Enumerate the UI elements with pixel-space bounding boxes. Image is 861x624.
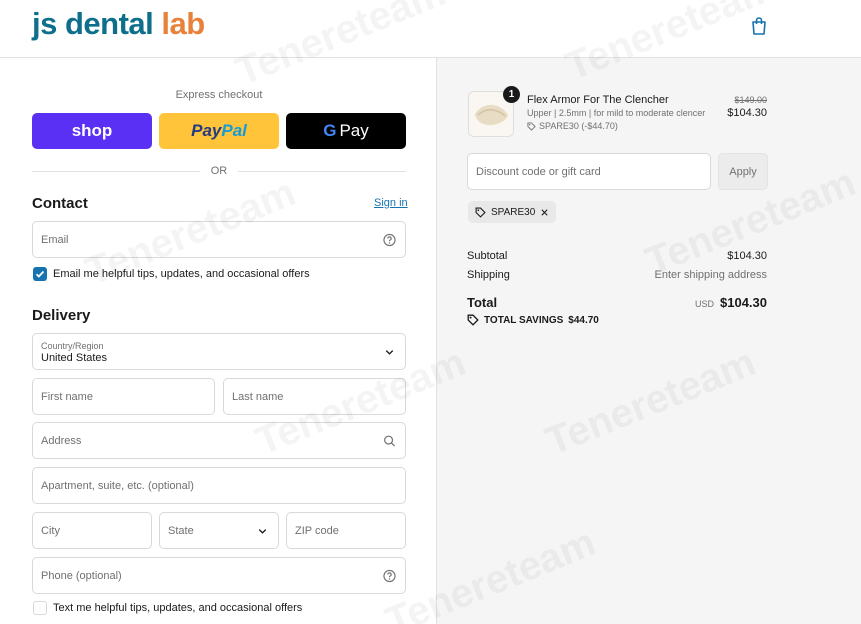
apartment-field[interactable]: Apartment, suite, etc. (optional) (32, 467, 406, 504)
total-amount: USD $104.30 (695, 295, 767, 310)
paypal-button[interactable]: Pay Pal (159, 113, 279, 149)
contact-heading: Contact (32, 195, 88, 212)
state-select[interactable]: State (159, 512, 279, 549)
shipping-value: Enter shipping address (654, 269, 767, 281)
shipping-label: Shipping (467, 269, 510, 281)
discounted-price: $104.30 (727, 107, 767, 119)
total-label: Total (467, 295, 498, 310)
site-header: js dental lab (0, 0, 861, 58)
email-opt-in-checkbox[interactable] (33, 267, 47, 281)
subtotal-value: $104.30 (727, 250, 767, 262)
sms-opt-in-checkbox[interactable] (33, 601, 47, 615)
subtotal-label: Subtotal (467, 250, 508, 262)
google-pay-button[interactable]: G Pay (286, 113, 406, 149)
sms-opt-in-label: Text me helpful tips, updates, and occas… (53, 602, 303, 614)
total-savings: TOTAL SAVINGS $44.70 (467, 314, 599, 326)
site-logo[interactable]: js dental lab (32, 6, 205, 42)
tag-icon (475, 207, 486, 218)
applied-discount-chip: SPARE30 (468, 201, 557, 223)
product-name: Flex Armor For The Clencher (527, 94, 669, 106)
address-field[interactable]: Address (32, 422, 406, 459)
chevron-down-icon (385, 349, 394, 355)
help-icon[interactable] (383, 569, 396, 582)
order-summary: 1 Flex Armor For The Clencher Upper | 2.… (437, 58, 861, 624)
email-opt-in-label: Email me helpful tips, updates, and occa… (53, 268, 310, 280)
product-discount: SPARE30 (-$44.70) (527, 121, 618, 131)
search-icon (384, 435, 396, 447)
discount-code-input[interactable]: Discount code or gift card (467, 153, 711, 190)
currency-code: USD (694, 299, 714, 309)
express-checkout-title: Express checkout (175, 89, 263, 101)
city-field[interactable]: City (32, 512, 152, 549)
tag-icon (467, 314, 479, 326)
google-g-icon: G (323, 121, 337, 140)
original-price: $149.00 (734, 95, 767, 105)
country-select[interactable]: Country/Region United States (32, 333, 406, 370)
divider (32, 171, 200, 172)
help-icon[interactable] (383, 233, 396, 246)
delivery-heading: Delivery (32, 307, 91, 324)
quantity-badge: 1 (503, 86, 520, 103)
total-value: $104.30 (720, 295, 767, 310)
or-divider-label: OR (210, 165, 228, 177)
checkout-form: Express checkout shop Pay Pal G Pay OR Con… (0, 58, 437, 624)
zip-code-field[interactable]: ZIP code (286, 512, 406, 549)
divider (238, 171, 406, 172)
email-field[interactable]: Email (32, 221, 406, 258)
remove-icon[interactable] (540, 208, 549, 217)
chevron-down-icon (258, 528, 267, 534)
product-variant: Upper | 2.5mm | for mild to moderate cle… (527, 108, 706, 118)
phone-field[interactable]: Phone (optional) (32, 557, 406, 594)
sign-in-link[interactable]: Sign in (374, 197, 408, 209)
first-name-field[interactable]: First name (32, 378, 215, 415)
last-name-field[interactable]: Last name (223, 378, 406, 415)
shopping-bag-icon[interactable] (750, 16, 768, 36)
checkmark-icon (35, 270, 45, 278)
tag-icon (527, 121, 536, 131)
apply-discount-button[interactable]: Apply (718, 153, 768, 190)
shop-pay-button[interactable]: shop (32, 113, 152, 149)
